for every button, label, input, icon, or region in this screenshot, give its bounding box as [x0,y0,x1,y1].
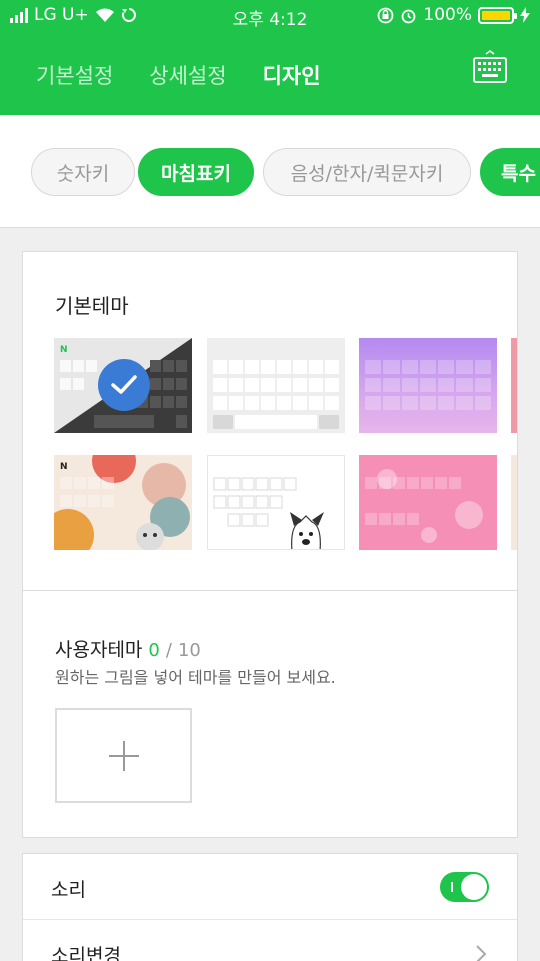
add-user-theme-button[interactable] [55,708,192,803]
battery-percent: 100% [423,5,472,25]
settings-tabs: 기본설정 상세설정 디자인 [36,60,321,90]
section-title: 기본테마 [55,294,129,318]
count-separator: / [165,640,172,661]
tab-detail-settings[interactable]: 상세설정 [149,60,226,90]
tab-basic-settings[interactable]: 기본설정 [36,60,113,90]
user-theme-count: 0 [148,640,160,661]
theme-peek-pink[interactable] [511,338,517,433]
status-bar: LG U+ 오후 4:12 100% [0,0,540,32]
keyboard-icon[interactable] [472,50,508,86]
theme-pink-flower[interactable] [359,455,497,550]
tab-design[interactable]: 디자인 [263,60,321,90]
chip-number-key[interactable]: 숫자키 [31,148,135,196]
sound-change-label: 소리변경 [51,945,121,961]
user-theme-title: 사용자테마 [55,639,143,661]
key-category-chips: 숫자키 마침표키 음성/한자/퀵문자키 특수 [0,115,540,228]
settings-row-sound-change[interactable]: 소리변경 [23,920,517,961]
selected-check-icon [98,359,150,411]
settings-row-sound: 소리 [23,854,517,920]
chip-voice-hanja-key[interactable]: 음성/한자/퀵문자키 [263,148,471,196]
alarm-icon [401,9,416,23]
battery-icon [478,6,517,24]
chip-period-key[interactable]: 마침표키 [138,148,254,196]
sound-settings: 소리 소리변경 [22,853,518,961]
app-header: LG U+ 오후 4:12 100% 기본설정 상세설정 디자인 [0,0,540,115]
sound-label: 소리 [51,879,86,901]
sound-toggle[interactable] [440,872,489,902]
chevron-right-icon [476,945,487,961]
user-theme-section: 사용자테마 0 / 10 원하는 그림을 넣어 테마를 만들어 보세요. [22,590,518,838]
user-theme-description: 원하는 그림을 넣어 테마를 만들어 보세요. [55,668,336,687]
basic-theme-section: 기본테마 N N [22,251,518,591]
charging-icon [520,7,530,23]
clock: 오후 4:12 [232,10,308,30]
theme-white-dog[interactable] [207,455,345,550]
theme-dark-diagonal[interactable]: N [54,338,192,433]
user-theme-header: 사용자테마 0 / 10 [55,635,201,662]
svg-text:N: N [60,462,68,472]
user-theme-max: 10 [177,640,201,661]
theme-beige-cat[interactable]: N [54,455,192,550]
theme-peek-beige[interactable] [511,455,517,550]
plus-icon [108,740,139,771]
chip-special-key[interactable]: 특수 [480,148,540,196]
rotation-lock-icon [377,7,394,23]
theme-purple-gradient[interactable] [359,338,497,433]
theme-light-gray[interactable] [207,338,345,433]
svg-text:N: N [60,345,68,355]
